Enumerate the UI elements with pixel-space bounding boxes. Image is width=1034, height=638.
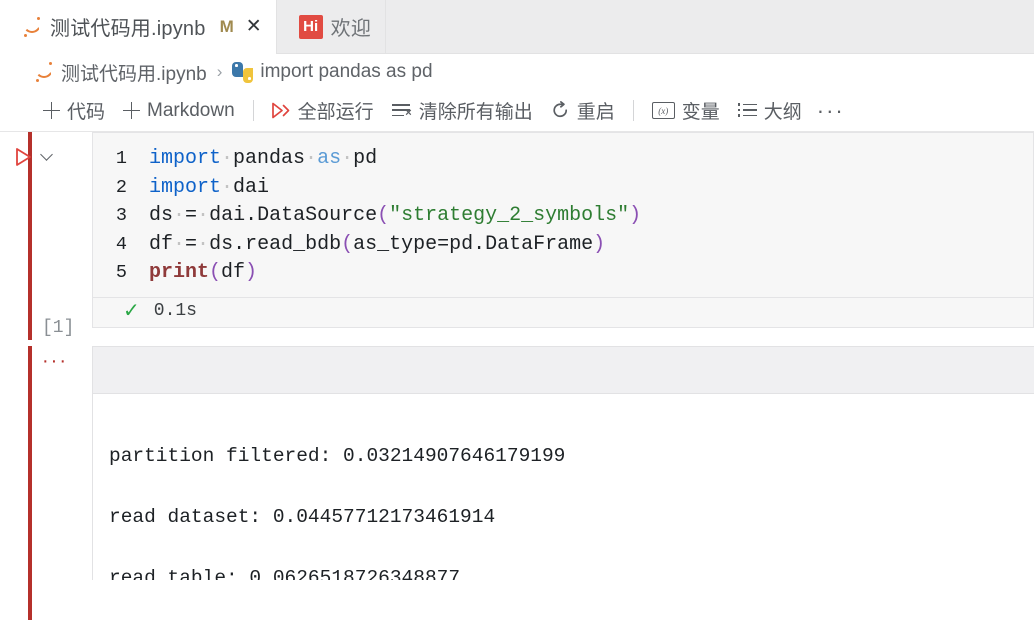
run-all-label: 全部运行 <box>297 102 374 123</box>
breadcrumb-file[interactable]: 测试代码用.ipynb <box>61 59 207 86</box>
line-content: df·=·ds.read_bdb(as_type=pd.DataFrame) <box>149 232 606 256</box>
output-line: partition filtered: 0.03214907646179199 <box>109 444 566 467</box>
jupyter-icon <box>34 61 54 83</box>
plus-icon <box>43 102 60 119</box>
toolbar-more-icon[interactable]: ··· <box>811 99 851 121</box>
code-line: 1 import·pandas·as·pd <box>93 145 1033 174</box>
run-all-icon <box>271 102 291 119</box>
plus-icon <box>123 102 141 119</box>
tab-label: 测试代码用.ipynb <box>50 18 206 40</box>
code-editor[interactable]: 1 import·pandas·as·pd 2 import·dai 3 ds·… <box>92 132 1034 298</box>
success-check-icon: ✓ <box>123 299 140 322</box>
line-number: 4 <box>115 233 127 255</box>
line-content: import·pandas·as·pd <box>149 147 378 170</box>
execution-duration: 0.1s <box>153 300 197 321</box>
variables-icon: (x) <box>651 102 675 119</box>
code-cell: [1] 1 import·pandas·as·pd 2 import·dai 3… <box>0 132 1034 346</box>
line-number: 3 <box>115 205 127 226</box>
variables-button[interactable]: (x) 变量 <box>643 94 729 127</box>
clear-outputs-label: 清除所有输出 <box>418 102 533 123</box>
run-cell-icon[interactable] <box>13 146 35 168</box>
chevron-down-icon[interactable] <box>40 148 53 161</box>
line-number: 1 <box>115 148 127 169</box>
breadcrumb: 测试代码用.ipynb › import pandas as pd <box>0 54 1034 90</box>
code-line: 2 import·dai <box>93 174 1033 203</box>
add-code-cell-button[interactable]: 代码 <box>34 94 114 127</box>
editor-tab-bar: 测试代码用.ipynb M ✕ Hi 欢迎 <box>0 0 1034 54</box>
output-more-icon[interactable]: ··· <box>42 351 68 371</box>
output-body: 日志 6 条 ▼ partition filtered: 0.032149076… <box>92 346 1034 580</box>
vscode-notebook-window: 测试代码用.ipynb M ✕ Hi 欢迎 测试代码用.ipynb › impo… <box>0 0 1034 638</box>
code-line: 4 df·=·ds.read_bdb(as_type=pd.DataFrame) <box>93 231 1033 260</box>
output-text: partition filtered: 0.03214907646179199 … <box>92 394 1034 580</box>
outline-button[interactable]: 大纲 <box>729 94 811 127</box>
breadcrumb-separator: › <box>216 62 223 81</box>
line-content: import·dai <box>149 175 270 199</box>
close-icon[interactable]: ✕ <box>246 17 262 36</box>
execution-count: [1] <box>42 318 75 338</box>
toolbar-divider <box>252 100 254 121</box>
restart-kernel-button[interactable]: 重启 <box>542 94 624 127</box>
variables-label: 变量 <box>681 102 720 123</box>
log-header: 日志 6 条 ▼ <box>92 346 1034 394</box>
code-line: 5 print(df) <box>93 259 1033 288</box>
notebook-toolbar: 代码 Markdown 全部运行 × 清除所有输出 重启 (x) 变量 大纲 ·… <box>0 90 1034 132</box>
output-line: read table: 0.0626518726348877 <box>109 566 461 581</box>
output-cell-gutter: ··· <box>0 346 92 580</box>
breadcrumb-symbol[interactable]: import pandas as pd <box>260 61 432 83</box>
line-content: ds·=·dai.DataSource("strategy_2_symbols"… <box>149 204 642 227</box>
restart-icon <box>551 101 570 120</box>
python-icon <box>232 61 254 83</box>
line-number: 2 <box>115 176 127 198</box>
outline-label: 大纲 <box>763 102 802 123</box>
outline-icon <box>737 103 757 118</box>
output-line: read dataset: 0.04457712173461914 <box>109 505 496 528</box>
run-all-button[interactable]: 全部运行 <box>263 94 383 127</box>
notebook-body: [1] 1 import·pandas·as·pd 2 import·dai 3… <box>0 132 1034 620</box>
tab-label: 欢迎 <box>330 18 372 40</box>
add-code-cell-label: 代码 <box>67 102 106 123</box>
clear-outputs-icon: × <box>391 103 412 119</box>
cell-execution-status: ✓ 0.1s <box>92 298 1034 328</box>
toolbar-divider <box>632 100 634 121</box>
jupyter-icon <box>22 16 42 38</box>
hi-badge-icon: Hi <box>298 14 323 39</box>
output-cell: ··· 日志 6 条 ▼ partition filtered: 0.03214… <box>0 346 1034 620</box>
tab-welcome[interactable]: Hi 欢迎 <box>277 0 387 53</box>
restart-kernel-label: 重启 <box>576 102 615 123</box>
add-markdown-cell-button[interactable]: Markdown <box>114 97 244 125</box>
clear-outputs-button[interactable]: × 清除所有输出 <box>383 94 542 127</box>
code-line: 3 ds·=·dai.DataSource("strategy_2_symbol… <box>93 202 1033 231</box>
add-markdown-cell-label: Markdown <box>147 99 235 121</box>
line-number: 5 <box>115 262 127 283</box>
tab-notebook-file[interactable]: 测试代码用.ipynb M ✕ <box>0 0 277 54</box>
tab-modified-indicator: M <box>219 16 234 36</box>
line-content: print(df) <box>149 261 258 284</box>
code-cell-gutter: [1] <box>0 132 92 346</box>
